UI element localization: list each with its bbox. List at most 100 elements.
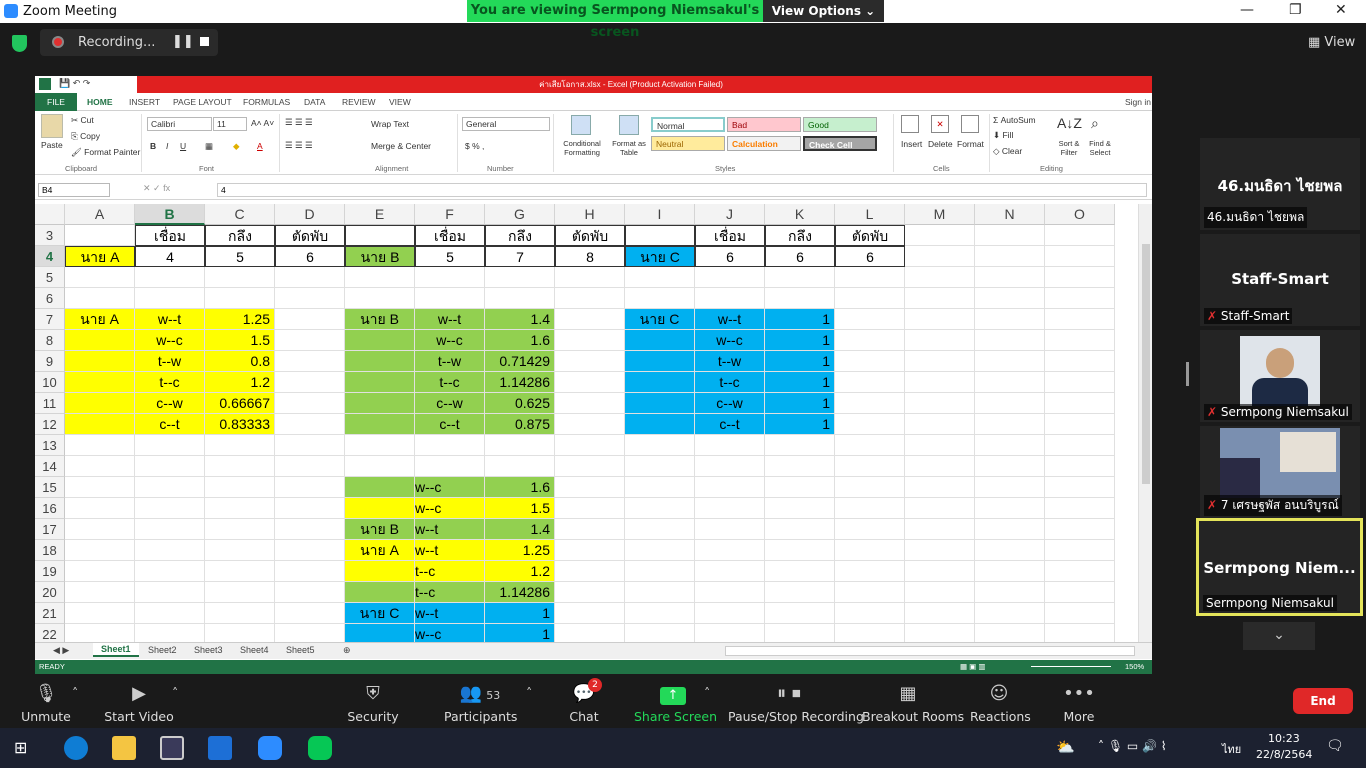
cell[interactable] [975,309,1045,330]
cell[interactable] [765,540,835,561]
cell[interactable] [905,456,975,477]
cell[interactable] [275,540,345,561]
cell[interactable] [135,603,205,624]
cell[interactable] [555,456,625,477]
cell[interactable] [1045,414,1115,435]
cell[interactable] [275,456,345,477]
cell[interactable] [975,225,1045,246]
cell[interactable] [65,330,135,351]
cell[interactable] [1045,309,1115,330]
cell[interactable] [1045,519,1115,540]
cell[interactable] [905,561,975,582]
participant-tile[interactable]: 46.มนธิดา ไชยพล 46.มนธิดา ไชยพล [1200,138,1360,230]
cell[interactable] [905,540,975,561]
rank-ratio-cell[interactable]: w--c [415,498,485,519]
name-cell[interactable]: นาย C [625,309,695,330]
cell[interactable] [1045,498,1115,519]
cell[interactable] [275,288,345,309]
cell[interactable] [1045,330,1115,351]
cell[interactable] [275,309,345,330]
sort-filter-icon[interactable]: A↓Z [1057,115,1082,131]
rank-value-cell[interactable]: 1.14286 [485,582,555,603]
rank-ratio-cell[interactable]: w--c [415,477,485,498]
cell[interactable] [695,477,765,498]
cell[interactable] [345,372,415,393]
cell[interactable] [625,582,695,603]
font-color-icon[interactable]: A [257,141,263,151]
cell[interactable] [555,288,625,309]
cell[interactable] [415,456,485,477]
borders-icon[interactable]: ▦ [205,141,213,152]
ratio-label-cell[interactable]: w--c [695,330,765,351]
name-cell[interactable]: นาย C [625,246,695,267]
ratio-value-cell[interactable]: 0.625 [485,393,555,414]
horizontal-scrollbar[interactable] [725,646,1135,656]
ratio-label-cell[interactable]: c--t [415,414,485,435]
mail-icon[interactable] [208,736,232,760]
cell[interactable] [485,288,555,309]
cell[interactable] [765,267,835,288]
tab-file[interactable]: FILE [35,93,77,111]
cell[interactable] [905,477,975,498]
cell[interactable] [1045,561,1115,582]
cell[interactable] [415,435,485,456]
align-top-icons[interactable]: ☰ ☰ ☰ [285,117,313,128]
cell[interactable] [135,519,205,540]
cell[interactable] [555,519,625,540]
cell[interactable] [835,603,905,624]
cell[interactable] [975,540,1045,561]
format-as-table-button[interactable]: Format as Table [609,139,649,157]
cell[interactable] [555,414,625,435]
name-box[interactable]: B4 [38,183,110,197]
formula-buttons-icons[interactable]: ✕ ✓ fx [143,183,170,194]
cell[interactable] [555,498,625,519]
view-button[interactable]: ▦ View [1308,35,1355,50]
cell[interactable] [905,267,975,288]
cell[interactable] [345,267,415,288]
add-sheet-icon[interactable]: ⊕ [343,645,351,656]
cell[interactable] [905,435,975,456]
cell[interactable] [835,477,905,498]
ratio-value-cell[interactable]: 0.8 [205,351,275,372]
cell[interactable] [975,477,1045,498]
restore-icon[interactable]: ❐ [1289,2,1302,18]
tab-insert[interactable]: INSERT [129,97,160,107]
store-icon[interactable] [160,736,184,760]
fill-color-icon[interactable]: ◆ [233,141,240,152]
cell[interactable] [905,498,975,519]
style-normal[interactable]: Normal [651,117,725,132]
cell[interactable] [275,603,345,624]
cell[interactable] [625,477,695,498]
tab-page-layout[interactable]: PAGE LAYOUT [173,97,232,107]
line-app-icon[interactable] [308,736,332,760]
tab-view[interactable]: VIEW [389,97,411,107]
rank-name-cell[interactable] [345,561,415,582]
name-cell[interactable]: นาย B [345,309,415,330]
pause-stop-recording-button[interactable]: ⏸ ⏹ Pause/Stop Recording [728,683,864,724]
cell[interactable] [65,603,135,624]
cell[interactable]: 6 [275,246,345,267]
cell[interactable] [345,414,415,435]
participant-tile[interactable]: ✗ 7 เศรษฐพัส อนบริบูรณ์ [1200,426,1360,518]
cell[interactable] [905,330,975,351]
font-name-select[interactable]: Calibri [147,117,212,131]
cell[interactable] [65,414,135,435]
rank-ratio-cell[interactable]: w--t [415,540,485,561]
cell[interactable] [135,435,205,456]
cell[interactable] [65,519,135,540]
cell[interactable] [975,414,1045,435]
cell[interactable] [975,498,1045,519]
cell[interactable] [555,372,625,393]
cell[interactable] [1045,603,1115,624]
participant-tile[interactable]: Staff-Smart ✗ Staff-Smart [1200,234,1360,326]
cell[interactable] [275,477,345,498]
cell[interactable] [345,225,415,246]
ratio-value-cell[interactable]: 1 [765,414,835,435]
cell[interactable] [345,435,415,456]
tab-data[interactable]: DATA [304,97,325,107]
header-cell[interactable]: เชื่อม [415,225,485,246]
cell[interactable] [695,267,765,288]
sheet-tab-3[interactable]: Sheet3 [194,645,223,655]
cell[interactable] [205,267,275,288]
insert-button[interactable]: Insert [901,139,922,149]
